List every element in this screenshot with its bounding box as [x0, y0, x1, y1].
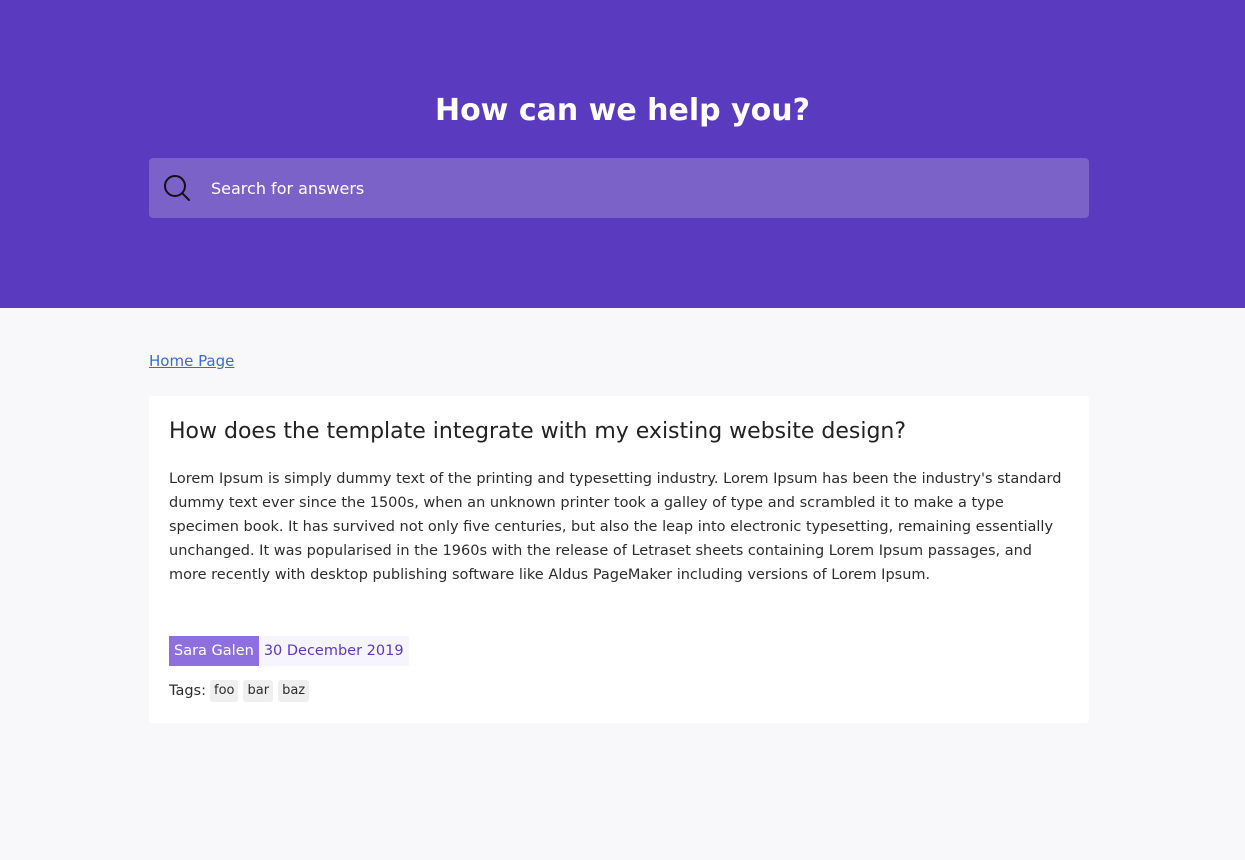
breadcrumb-home-link[interactable]: Home Page — [149, 352, 234, 370]
author-badge: Sara Galen — [169, 636, 259, 666]
main-content: Home Page How does the template integrat… — [149, 308, 1089, 723]
tags-label: Tags: — [169, 683, 206, 699]
tag-list: Tags: foo bar baz — [169, 679, 1069, 703]
tag-foo[interactable]: foo — [210, 680, 239, 702]
hero-banner: How can we help you? — [0, 0, 1245, 308]
breadcrumb: Home Page — [149, 350, 1089, 372]
tag-bar[interactable]: bar — [243, 680, 274, 702]
search-input[interactable] — [211, 158, 1089, 218]
publish-date: 30 December 2019 — [258, 636, 409, 666]
search-icon[interactable] — [162, 173, 192, 203]
article-title: How does the template integrate with my … — [169, 419, 907, 444]
article-meta: Sara Galen 30 December 2019 — [169, 636, 1069, 666]
hero-title: How can we help you? — [434, 93, 811, 128]
search-bar[interactable] — [149, 158, 1089, 218]
tag-baz[interactable]: baz — [278, 680, 310, 702]
article-card: How does the template integrate with my … — [149, 396, 1089, 723]
article-body: Lorem Ipsum is simply dummy text of the … — [169, 471, 1062, 583]
